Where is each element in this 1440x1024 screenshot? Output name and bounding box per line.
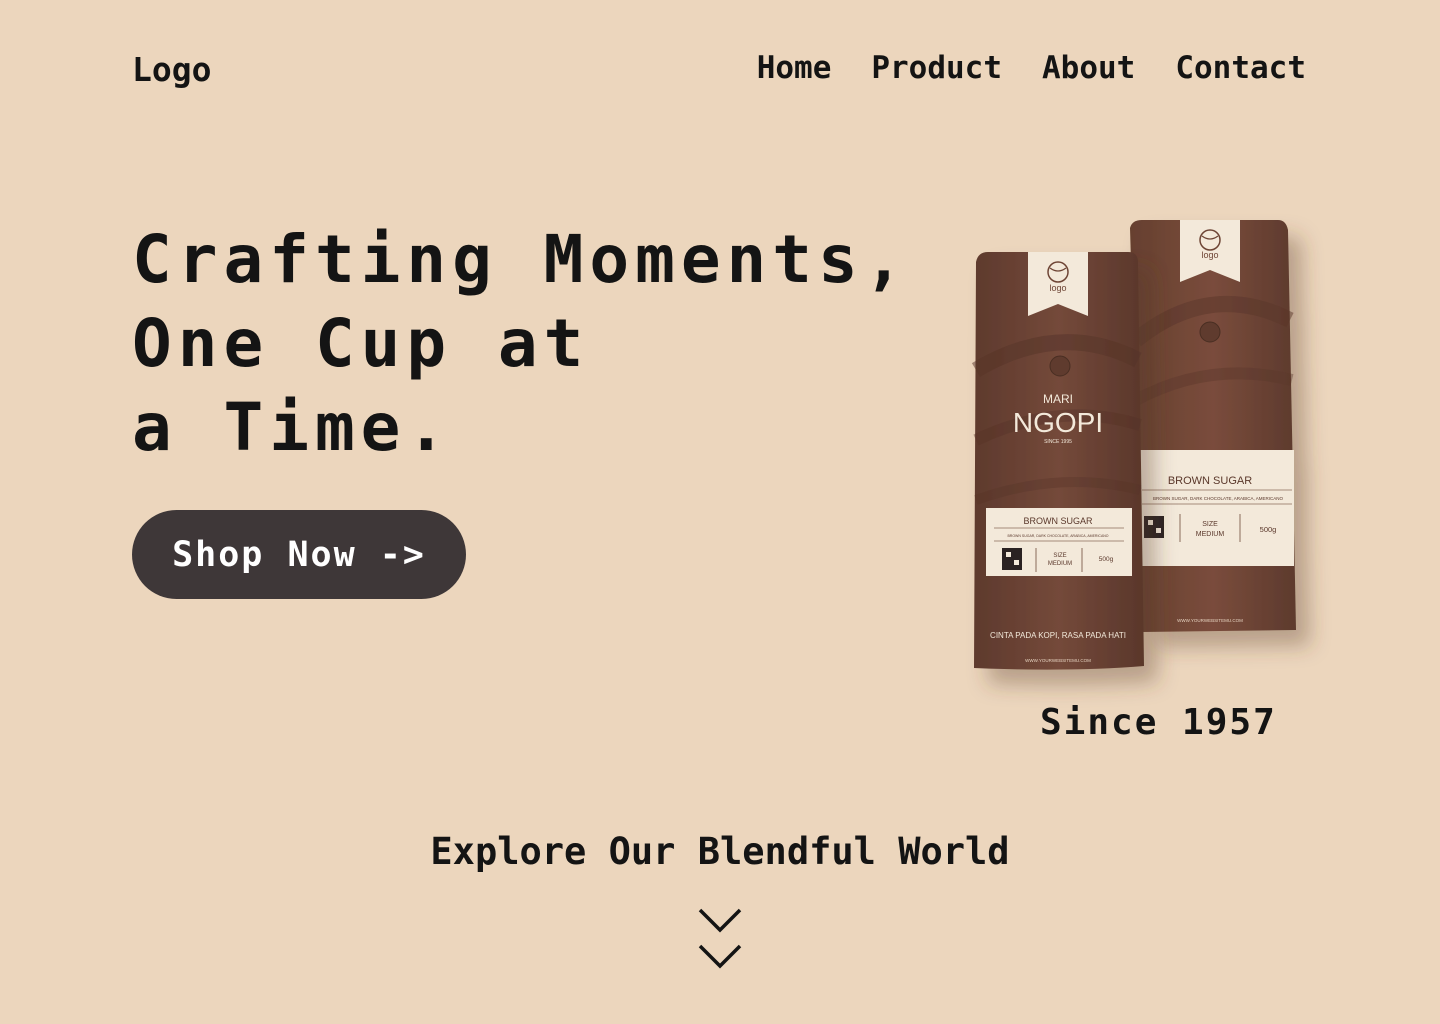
hero-title: Crafting Moments, One Cup at a Time.	[132, 218, 910, 470]
hero-title-line-1: Crafting Moments,	[132, 221, 910, 298]
nav-product[interactable]: Product	[871, 50, 1002, 86]
coffee-bag-front: logo MARI NGOPI SINCE 1995 BROWN SUGAR B…	[971, 252, 1144, 670]
explore-heading: Explore Our Blendful World	[430, 830, 1010, 873]
back-bag-size-label: SIZE	[1202, 521, 1218, 528]
hero-title-line-2: One Cup at	[132, 305, 590, 382]
nav-about[interactable]: About	[1042, 50, 1135, 86]
coffee-bags-image: logo BROWN SUGAR BROWN SUGAR, DARK CHOCO…	[971, 220, 1296, 670]
logo[interactable]: Logo	[132, 50, 211, 89]
front-bag-flavor: BROWN SUGAR	[1023, 516, 1093, 526]
hero-title-line-3: a Time.	[132, 389, 453, 466]
back-bag-weight: 500g	[1260, 525, 1277, 534]
front-bag-logo-text: logo	[1049, 283, 1066, 293]
front-bag-brand-top: MARI	[1043, 392, 1073, 406]
front-bag-tagline: CINTA PADA KOPI, RASA PADA HATI	[990, 631, 1126, 640]
front-bag-weight: 500g	[1099, 556, 1114, 563]
front-bag-website: WWW.YOURWEBSITEMU.COM	[1025, 658, 1091, 663]
double-chevron-down-icon[interactable]	[696, 906, 744, 976]
back-bag-website: WWW.YOURWEBSITEMU.COM	[1177, 618, 1243, 623]
back-bag-size-value: MEDIUM	[1196, 531, 1225, 538]
front-bag-size-label: SIZE	[1053, 553, 1066, 559]
since-caption: Since 1957	[1040, 702, 1277, 743]
back-bag-logo-text: logo	[1201, 250, 1218, 260]
front-bag-notes: BROWN SUGAR, DARK CHOCOLATE, ARABICA, AM…	[1007, 534, 1108, 538]
coffee-bag-back: logo BROWN SUGAR BROWN SUGAR, DARK CHOCO…	[1130, 220, 1296, 632]
front-bag-brand-name: NGOPI	[1013, 407, 1103, 438]
main-nav: Home Product About Contact	[757, 50, 1306, 86]
front-bag-size-value: MEDIUM	[1048, 561, 1072, 567]
nav-contact[interactable]: Contact	[1175, 50, 1306, 86]
nav-home[interactable]: Home	[757, 50, 832, 86]
front-bag-since: SINCE 1995	[1044, 439, 1072, 445]
back-bag-flavor: BROWN SUGAR	[1168, 475, 1252, 487]
shop-now-button[interactable]: Shop Now ->	[132, 510, 466, 599]
back-bag-notes: BROWN SUGAR, DARK CHOCOLATE, ARABICA, AM…	[1153, 496, 1283, 501]
